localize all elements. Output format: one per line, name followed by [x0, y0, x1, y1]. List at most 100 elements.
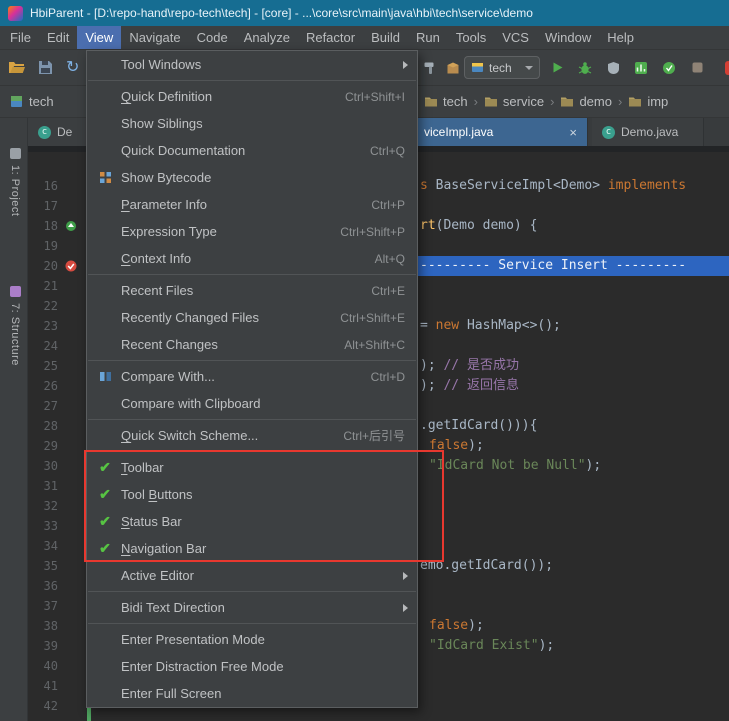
hammer-icon[interactable]: [420, 58, 440, 78]
menu-item-quick-documentation[interactable]: Quick DocumentationCtrl+Q: [87, 137, 417, 164]
open-project-icon[interactable]: [8, 60, 25, 75]
menu-item-label: Navigation Bar: [121, 541, 206, 556]
menubar-item-navigate[interactable]: Navigate: [121, 26, 188, 49]
menu-item-toolbar[interactable]: ✔Toolbar: [87, 454, 417, 481]
code-token: );: [586, 458, 602, 473]
menu-item-recent-files[interactable]: Recent FilesCtrl+E: [87, 277, 417, 304]
code-token: "IdCard Exist": [429, 638, 539, 653]
menu-item-show-bytecode[interactable]: Show Bytecode: [87, 164, 417, 191]
menu-item-show-siblings[interactable]: Show Siblings: [87, 110, 417, 137]
menu-item-compare-with-clipboard[interactable]: Compare with Clipboard: [87, 390, 417, 417]
menu-item-tool-buttons[interactable]: ✔Tool Buttons: [87, 481, 417, 508]
code-token: );: [468, 618, 484, 633]
navbar-module-label: tech: [29, 94, 54, 109]
menu-shortcut: Ctrl+E: [351, 284, 405, 298]
package-icon[interactable]: [443, 58, 463, 78]
dropdown-arrow-icon: [525, 66, 533, 70]
menu-item-label: Quick Definition: [121, 89, 212, 104]
coverage-icon[interactable]: [603, 58, 623, 78]
menubar-item-code[interactable]: Code: [189, 26, 236, 49]
menu-item-label: Show Bytecode: [121, 170, 211, 185]
menu-item-compare-with[interactable]: Compare With...Ctrl+D: [87, 363, 417, 390]
menu-bar: FileEditViewNavigateCodeAnalyzeRefactorB…: [0, 26, 729, 50]
menu-item-label: Quick Documentation: [121, 143, 245, 158]
menu-shortcut: Ctrl+Shift+I: [325, 90, 405, 104]
run-icon[interactable]: [547, 58, 567, 78]
menubar-item-tools[interactable]: Tools: [448, 26, 494, 49]
checkmark-icon: ✔: [94, 486, 116, 503]
breadcrumb-imp[interactable]: imp: [628, 94, 668, 109]
breadcrumb-tech[interactable]: tech: [424, 94, 468, 109]
breadcrumb-label: demo: [579, 94, 612, 109]
menu-shortcut: Ctrl+Shift+P: [320, 225, 405, 239]
menu-item-navigation-bar[interactable]: ✔Navigation Bar: [87, 535, 417, 562]
code-line: = new HashMap<>();: [420, 316, 561, 336]
menubar-item-file[interactable]: File: [2, 26, 39, 49]
line-number: 21: [28, 276, 58, 296]
menubar-item-help[interactable]: Help: [599, 26, 642, 49]
menu-item-tool-windows[interactable]: Tool Windows: [87, 51, 417, 78]
menu-item-quick-definition[interactable]: Quick Definition Ctrl+Shift+I: [87, 83, 417, 110]
code-token: BaseServiceImpl<Demo>: [436, 178, 608, 193]
debug-icon[interactable]: [575, 58, 595, 78]
menubar-item-run[interactable]: Run: [408, 26, 448, 49]
menu-shortcut: Alt+Shift+C: [324, 338, 405, 352]
sync-icon[interactable]: ↻: [66, 60, 79, 76]
ide-window: HbiParent - [D:\repo-hand\repo-tech\tech…: [0, 0, 729, 721]
menu-item-recently-changed-files[interactable]: Recently Changed FilesCtrl+Shift+E: [87, 304, 417, 331]
menu-item-bidi-text-direction[interactable]: Bidi Text Direction: [87, 594, 417, 621]
menu-item-enter-distraction-free-mode[interactable]: Enter Distraction Free Mode: [87, 653, 417, 680]
line-number: 23: [28, 316, 58, 336]
tool-window-button-1-project[interactable]: 1: Project: [0, 148, 28, 216]
menu-item-enter-full-screen[interactable]: Enter Full Screen: [87, 680, 417, 707]
menu-item-status-bar[interactable]: ✔Status Bar: [87, 508, 417, 535]
line-number: 31: [28, 476, 58, 496]
menu-item-recent-changes[interactable]: Recent ChangesAlt+Shift+C: [87, 331, 417, 358]
menu-item-parameter-info[interactable]: Parameter InfoCtrl+P: [87, 191, 417, 218]
menu-item-quick-switch-scheme[interactable]: Quick Switch Scheme...Ctrl+后引号: [87, 422, 417, 449]
override-icon[interactable]: [64, 216, 78, 236]
menubar-item-build[interactable]: Build: [363, 26, 408, 49]
menu-item-context-info[interactable]: Context InfoAlt+Q: [87, 245, 417, 272]
menubar-item-analyze[interactable]: Analyze: [236, 26, 298, 49]
code-token: rt: [420, 218, 436, 233]
menu-item-label: Status Bar: [121, 514, 182, 529]
profiler-icon[interactable]: [631, 58, 651, 78]
stop-icon[interactable]: [687, 58, 707, 78]
line-number: 17: [28, 196, 58, 216]
breadcrumb-service[interactable]: service: [484, 94, 544, 109]
menubar-item-refactor[interactable]: Refactor: [298, 26, 363, 49]
title-bar[interactable]: HbiParent - [D:\repo-hand\repo-tech\tech…: [0, 0, 729, 26]
breadcrumb-module[interactable]: tech: [10, 86, 54, 117]
rerun-icon[interactable]: [659, 58, 679, 78]
folder-icon: [484, 96, 498, 108]
code-token: );: [468, 438, 484, 453]
tab-viceimpl-java[interactable]: viceImpl.java×: [400, 118, 588, 146]
breadcrumb-label: tech: [443, 94, 468, 109]
code-token: false: [429, 438, 468, 453]
breadcrumb-demo[interactable]: demo: [560, 94, 612, 109]
code-token: --------- Service Insert ---------: [420, 258, 686, 273]
menubar-item-vcs[interactable]: VCS: [494, 26, 537, 49]
line-number: 34: [28, 536, 58, 556]
close-tab-icon[interactable]: ×: [569, 125, 577, 140]
code-line: ); // 返回信息: [420, 376, 519, 396]
clipped-icon[interactable]: [719, 58, 729, 78]
menu-item-active-editor[interactable]: Active Editor: [87, 562, 417, 589]
menu-item-expression-type[interactable]: Expression TypeCtrl+Shift+P: [87, 218, 417, 245]
tool-window-button-7-structure[interactable]: 7: Structure: [0, 286, 28, 366]
menubar-item-edit[interactable]: Edit: [39, 26, 77, 49]
bookmark-icon[interactable]: [64, 256, 78, 276]
code-token: implements: [608, 178, 686, 193]
tab-demo-java[interactable]: cDemo.java: [592, 118, 704, 146]
menubar-item-view[interactable]: View: [77, 26, 121, 49]
menu-item-label: Compare With...: [121, 369, 215, 384]
line-number: 16: [28, 176, 58, 196]
folder-icon: [560, 96, 574, 108]
save-all-icon[interactable]: [38, 60, 53, 75]
menu-item-enter-presentation-mode[interactable]: Enter Presentation Mode: [87, 626, 417, 653]
line-number: 33: [28, 516, 58, 536]
line-number: 24: [28, 336, 58, 356]
run-config-selector[interactable]: tech: [464, 56, 540, 79]
menubar-item-window[interactable]: Window: [537, 26, 599, 49]
